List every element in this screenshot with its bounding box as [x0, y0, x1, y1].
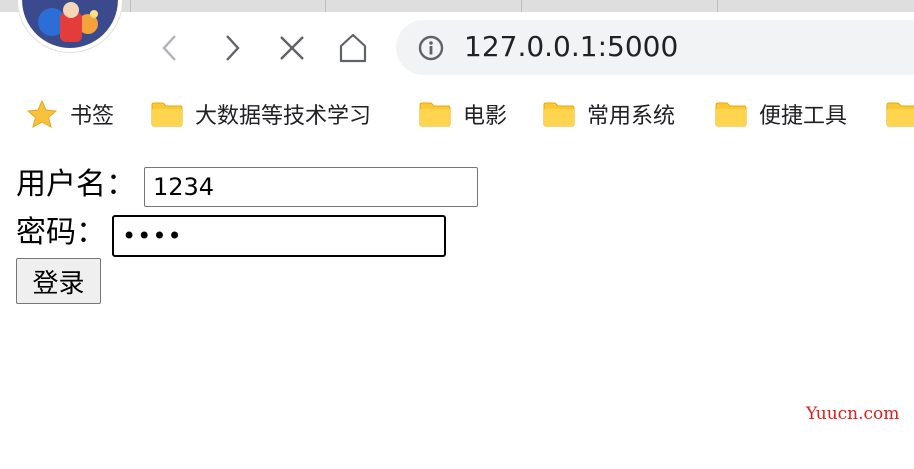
bookmark-folder[interactable]: 便捷工具 — [715, 92, 847, 136]
browser-tab[interactable] — [130, 0, 325, 12]
password-value: •••• — [122, 222, 183, 250]
url-text[interactable]: 127.0.0.1:5000 — [464, 30, 678, 64]
home-icon — [339, 33, 367, 63]
bookmark-label: 便捷工具 — [759, 104, 848, 129]
username-value: 1234 — [153, 173, 215, 201]
browser-tab[interactable] — [521, 0, 717, 12]
folder-icon — [419, 100, 451, 128]
forward-icon — [226, 35, 240, 61]
back-icon — [162, 35, 176, 61]
back-button[interactable] — [152, 30, 188, 66]
bookmark-item[interactable]: 书签 — [26, 92, 114, 136]
folder-icon — [151, 100, 183, 128]
profile-avatar[interactable] — [18, 0, 122, 52]
stop-button[interactable] — [274, 30, 310, 66]
password-label: 密码： — [16, 215, 106, 250]
bookmark-folder-overflow[interactable] — [886, 92, 914, 136]
login-button[interactable]: 登录 — [16, 258, 101, 304]
bookmarks-bar: 书签 大数据等技术学习 电影 常用系统 便捷工具 — [0, 92, 914, 136]
folder-icon — [543, 100, 575, 128]
bookmark-label: 书签 — [70, 104, 115, 129]
star-icon — [26, 100, 58, 128]
tab-strip — [0, 0, 914, 12]
bookmark-label: 电影 — [463, 104, 508, 129]
bookmark-folder[interactable]: 大数据等技术学习 — [151, 92, 371, 136]
home-button[interactable] — [335, 30, 371, 66]
bookmark-label: 大数据等技术学习 — [195, 104, 372, 129]
watermark-text: Yuucn.com — [806, 404, 900, 424]
bookmark-label: 常用系统 — [587, 104, 676, 129]
folder-icon — [715, 100, 747, 128]
browser-tab[interactable] — [717, 0, 914, 12]
forward-button[interactable] — [214, 30, 250, 66]
address-bar[interactable]: 127.0.0.1:5000 — [396, 20, 914, 75]
username-input[interactable]: 1234 — [144, 167, 478, 207]
bookmark-folder[interactable]: 常用系统 — [543, 92, 675, 136]
browser-tab[interactable] — [325, 0, 521, 12]
folder-icon — [886, 100, 914, 128]
password-input[interactable]: •••• — [112, 215, 446, 257]
username-label: 用户名： — [16, 167, 136, 202]
stop-icon — [280, 36, 304, 60]
bookmark-folder[interactable]: 电影 — [419, 92, 507, 136]
site-info-icon[interactable] — [418, 35, 444, 61]
